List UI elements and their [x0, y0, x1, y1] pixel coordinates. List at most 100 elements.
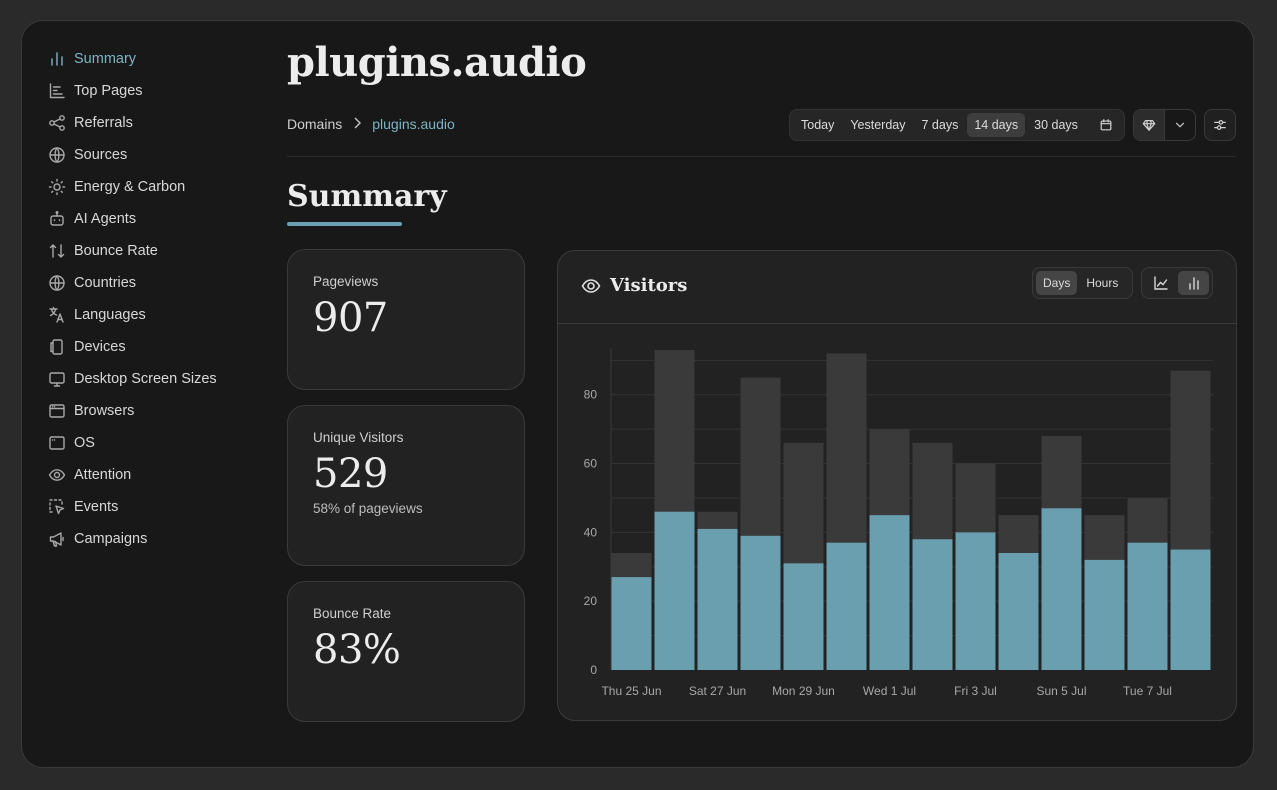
- bar-unique[interactable]: [998, 553, 1039, 670]
- app-window: Summary Top Pages Referrals Sources Energy &…: [21, 20, 1254, 768]
- bar-unique[interactable]: [869, 515, 910, 670]
- sidebar-item-events[interactable]: Events: [48, 491, 258, 523]
- bar-unique[interactable]: [912, 539, 953, 670]
- section-title: Summary: [287, 179, 447, 214]
- sidebar-item-summary[interactable]: Summary: [48, 43, 258, 75]
- stat-label: Bounce Rate: [313, 606, 392, 621]
- sidebar-item-label: Referrals: [74, 115, 133, 131]
- chevron-down-icon[interactable]: [1165, 110, 1195, 140]
- globe-icon: [48, 274, 66, 292]
- sidebar-item-label: Languages: [74, 307, 146, 323]
- granularity-hours-button[interactable]: Hours: [1079, 271, 1125, 295]
- sidebar-item-countries[interactable]: Countries: [48, 267, 258, 299]
- bar-unique[interactable]: [697, 528, 738, 670]
- x-tick-label: Thu 25 Jun: [601, 684, 661, 698]
- bar-unique[interactable]: [783, 563, 824, 670]
- sidebar-item-ai-agents[interactable]: AI Agents: [48, 203, 258, 235]
- sidebar-item-label: Attention: [74, 467, 132, 483]
- devices-icon: [48, 338, 66, 356]
- plan-menu-button[interactable]: [1133, 109, 1196, 141]
- y-tick-label: 60: [584, 457, 598, 471]
- bar-unique[interactable]: [1170, 549, 1211, 670]
- stat-label: Pageviews: [313, 274, 379, 289]
- sliders-icon: [1214, 120, 1226, 130]
- line-chart-button[interactable]: [1145, 271, 1176, 295]
- sidebar-item-label: Browsers: [74, 403, 135, 419]
- range-30-days-button[interactable]: 30 days: [1027, 113, 1085, 137]
- y-tick-label: 80: [584, 388, 598, 402]
- sidebar-item-campaigns[interactable]: Campaigns: [48, 523, 258, 555]
- sidebar-item-referrals[interactable]: Referrals: [48, 107, 258, 139]
- stat-value: 529: [313, 451, 388, 497]
- chart-type-toggle: [1141, 267, 1213, 299]
- calendar-icon[interactable]: [1093, 118, 1119, 132]
- globe-icon: [48, 146, 66, 164]
- sidebar-item-top-pages[interactable]: Top Pages: [48, 75, 258, 107]
- section-title-underline: [287, 222, 402, 226]
- bar-unique[interactable]: [826, 542, 867, 670]
- bar-unique[interactable]: [955, 532, 996, 670]
- bar-unique[interactable]: [1041, 508, 1082, 670]
- sidebar-item-label: Summary: [74, 51, 137, 67]
- chevron-right-icon: [352, 116, 362, 132]
- eye-icon: [581, 278, 601, 293]
- bar-unique[interactable]: [1127, 542, 1168, 670]
- stat-value: 907: [313, 295, 388, 341]
- eye-icon: [48, 466, 66, 484]
- bar-chart-icon: [1188, 277, 1199, 290]
- megaphone-icon: [48, 530, 66, 548]
- date-range-selector: Today Yesterday 7 days 14 days 30 days: [789, 109, 1125, 141]
- sidebar-item-label: Top Pages: [74, 83, 143, 99]
- range-today-button[interactable]: Today: [794, 113, 841, 137]
- sidebar-item-desktop-screen-sizes[interactable]: Desktop Screen Sizes: [48, 363, 258, 395]
- translate-icon: [48, 306, 66, 324]
- sidebar-item-label: Campaigns: [74, 531, 148, 547]
- chart-title: Visitors: [581, 275, 687, 296]
- sidebar-item-label: OS: [74, 435, 95, 451]
- y-tick-label: 20: [584, 594, 598, 608]
- breadcrumb-current[interactable]: plugins.audio: [372, 116, 455, 132]
- sidebar-item-label: Desktop Screen Sizes: [74, 371, 217, 387]
- sidebar-item-energy-carbon[interactable]: Energy & Carbon: [48, 171, 258, 203]
- granularity-toggle: Days Hours: [1032, 267, 1133, 299]
- monitor-icon: [48, 370, 66, 388]
- stat-subtext: 58% of pageviews: [313, 501, 423, 516]
- y-tick-label: 0: [590, 663, 597, 677]
- bar-unique[interactable]: [740, 535, 781, 670]
- range-yesterday-button[interactable]: Yesterday: [843, 113, 912, 137]
- sidebar-item-label: Events: [74, 499, 119, 515]
- sidebar-item-sources[interactable]: Sources: [48, 139, 258, 171]
- bar-unique[interactable]: [1084, 559, 1125, 670]
- sidebar-item-os[interactable]: OS: [48, 427, 258, 459]
- sidebar-item-devices[interactable]: Devices: [48, 331, 258, 363]
- stat-card-bounce-rate: Bounce Rate 83%: [287, 581, 525, 722]
- sidebar-item-languages[interactable]: Languages: [48, 299, 258, 331]
- sidebar-item-bounce-rate[interactable]: Bounce Rate: [48, 235, 258, 267]
- breadcrumb: Domains plugins.audio: [287, 116, 455, 132]
- x-tick-label: Mon 29 Jun: [772, 684, 835, 698]
- stat-value: 83%: [313, 627, 401, 673]
- sidebar-item-browsers[interactable]: Browsers: [48, 395, 258, 427]
- x-tick-label: Sat 27 Jun: [689, 684, 746, 698]
- bar-chart-icon: [48, 50, 66, 68]
- chart-header: Visitors Days Hours: [558, 251, 1236, 324]
- range-14-days-button[interactable]: 14 days: [967, 113, 1026, 137]
- settings-sliders-button[interactable]: [1204, 109, 1236, 141]
- sidebar-item-label: Countries: [74, 275, 137, 291]
- gem-icon[interactable]: [1134, 110, 1165, 140]
- sidebar-item-label: Bounce Rate: [74, 243, 158, 259]
- sidebar-item-attention[interactable]: Attention: [48, 459, 258, 491]
- line-chart-icon: [1153, 276, 1168, 290]
- x-tick-label: Tue 7 Jul: [1123, 684, 1172, 698]
- sidebar-item-label: Energy & Carbon: [74, 179, 186, 195]
- bar-unique[interactable]: [654, 511, 695, 670]
- bar-unique[interactable]: [611, 577, 652, 670]
- stat-label: Unique Visitors: [313, 430, 404, 445]
- breadcrumb-domains-link[interactable]: Domains: [287, 116, 342, 132]
- bar-chart-button[interactable]: [1178, 271, 1209, 295]
- granularity-days-button[interactable]: Days: [1036, 271, 1078, 295]
- range-7-days-button[interactable]: 7 days: [915, 113, 966, 137]
- sidebar: Summary Top Pages Referrals Sources Energy &…: [48, 43, 258, 555]
- header-divider: [287, 156, 1236, 157]
- sun-icon: [48, 178, 66, 196]
